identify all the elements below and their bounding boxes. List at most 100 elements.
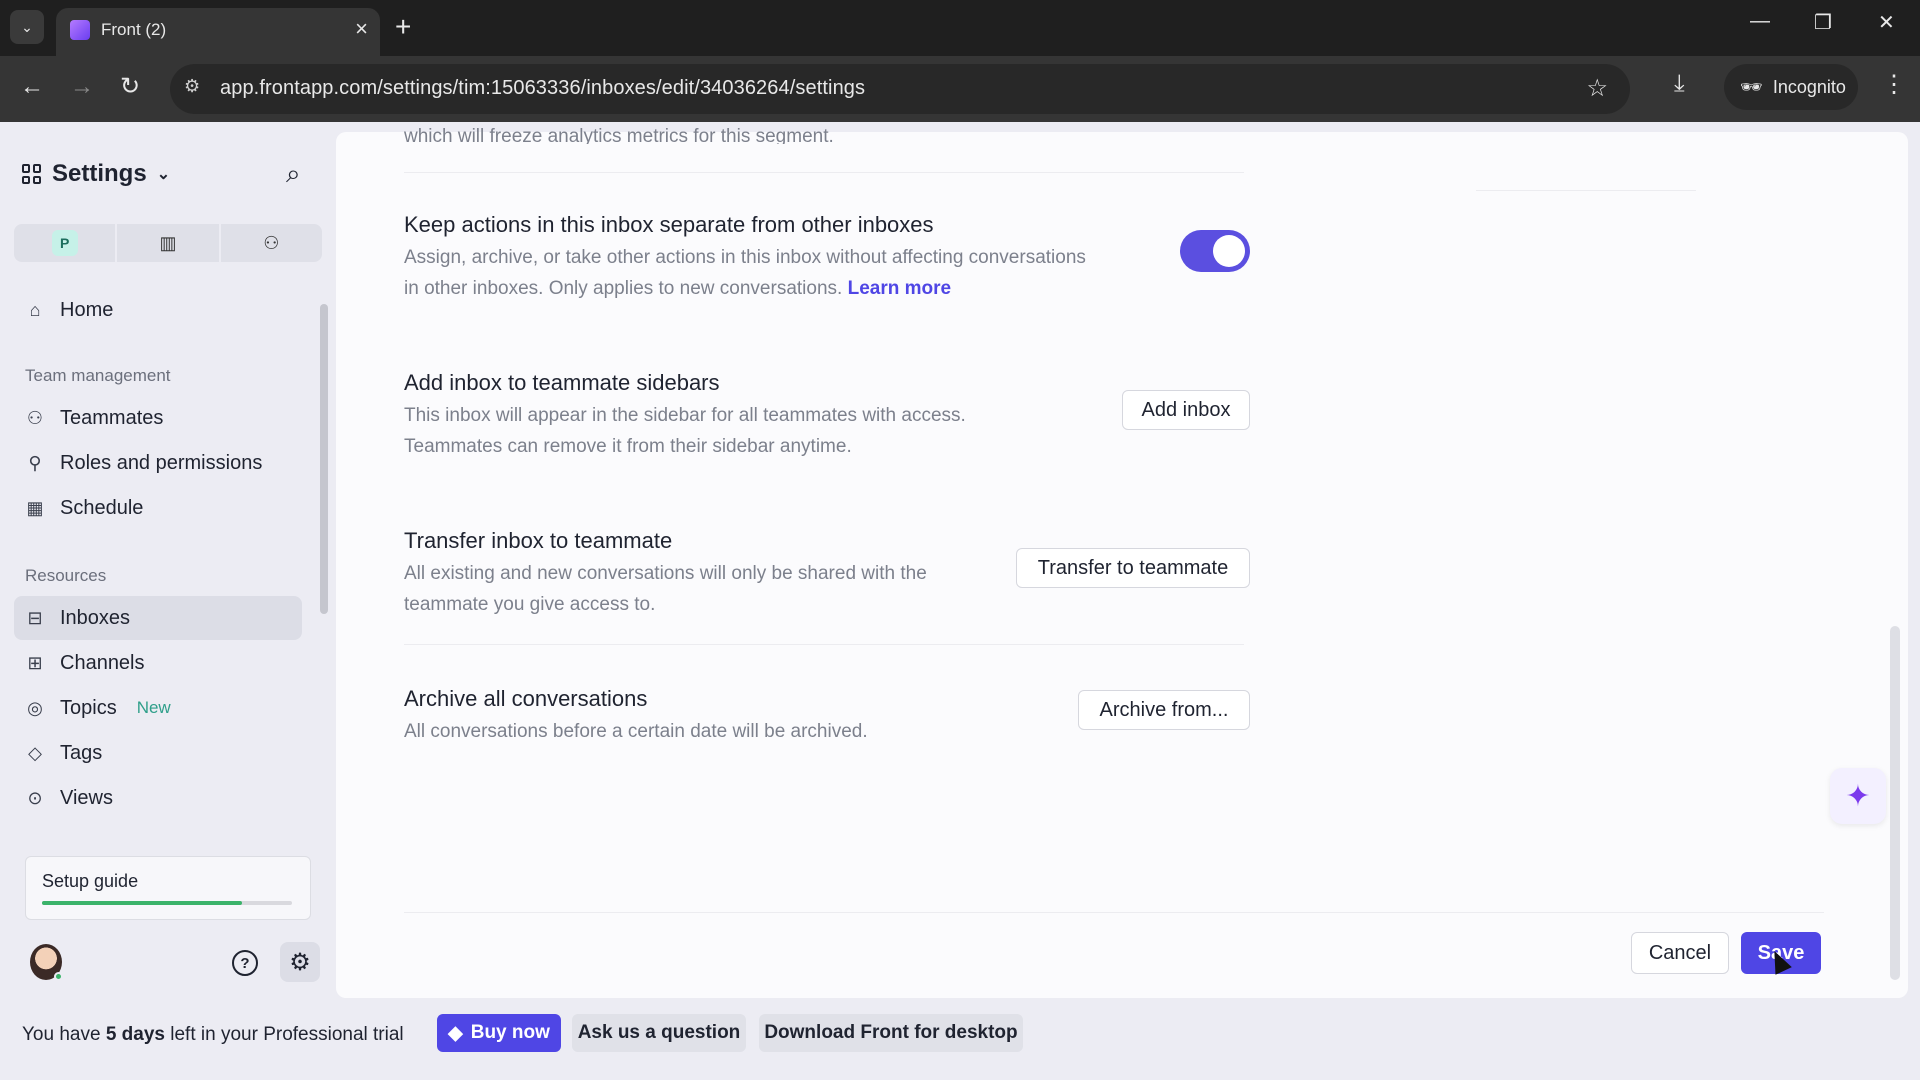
download-icon[interactable]: ⤓ <box>1674 70 1685 98</box>
trial-days: 5 days <box>105 1024 165 1045</box>
row-description: This inbox will appear in the sidebar fo… <box>404 400 966 462</box>
chevron-down-icon: ⌄ <box>156 166 171 183</box>
address-bar[interactable]: ⚙ app.frontapp.com/settings/tim:15063336… <box>170 64 1630 114</box>
buy-now-button[interactable]: ◆ Buy now <box>437 1014 561 1052</box>
bookmark-star-icon[interactable]: ☆ <box>1586 74 1608 103</box>
new-tab-icon[interactable]: + <box>395 10 411 44</box>
sidebar-item-home[interactable]: ⌂ Home <box>14 288 302 332</box>
cancel-button[interactable]: Cancel <box>1631 932 1729 974</box>
row-description-line: Assign, archive, or take other actions i… <box>404 247 1086 268</box>
toggle-knob <box>1213 235 1245 267</box>
learn-more-link[interactable]: Learn more <box>848 278 951 299</box>
ask-question-button[interactable]: Ask us a question <box>572 1014 746 1052</box>
tab-company[interactable]: ▥ <box>117 224 219 262</box>
restore-icon[interactable]: ❐ <box>1814 10 1832 35</box>
tab-teammate[interactable]: ⚇ <box>220 224 322 262</box>
row-description-line: All conversations before a certain date … <box>404 721 868 742</box>
divider <box>404 912 1824 913</box>
ai-sparkle-icon[interactable]: ✦ <box>1830 768 1886 824</box>
row-title: Archive all conversations <box>404 686 648 711</box>
incognito-indicator[interactable]: 🕶 Incognito <box>1724 64 1858 110</box>
row-title: Add inbox to teammate sidebars <box>404 370 720 395</box>
cut-off-description: which will freeze analytics metrics for … <box>404 126 834 144</box>
browser-toolbar: ← → ↻ ⚙ app.frontapp.com/settings/tim:15… <box>0 56 1920 122</box>
person-icon: ⚇ <box>263 232 280 253</box>
gear-icon[interactable]: ⚙ <box>280 942 320 982</box>
sidebar-item-label: Teammates <box>60 406 164 429</box>
sidebar-item-label: Home <box>60 298 114 321</box>
minimize-icon[interactable]: — <box>1750 10 1770 33</box>
reload-icon[interactable]: ↻ <box>120 72 140 102</box>
sidebar-item-topics[interactable]: ◎ Topics New <box>14 686 302 730</box>
sidebar-item-teammates[interactable]: ⚇ Teammates <box>14 396 302 440</box>
section-team-management: Team management <box>25 366 171 385</box>
calendar-icon: ▦ <box>26 497 44 518</box>
help-icon[interactable]: ? <box>232 950 258 976</box>
sidebar-item-label: Roles and permissions <box>60 451 263 474</box>
trial-message: You have 5 days left in your Professiona… <box>22 1024 404 1046</box>
main-scrollbar[interactable] <box>1890 626 1900 980</box>
search-icon[interactable]: ⌕ <box>286 158 301 190</box>
views-icon: ⊙ <box>27 787 43 808</box>
sidebar-item-channels[interactable]: ⊞ Channels <box>14 641 302 685</box>
settings-scope-tabs: P ▥ ⚇ <box>14 224 322 262</box>
separate-actions-toggle[interactable] <box>1180 230 1250 272</box>
sidebar-item-label: Tags <box>60 741 103 764</box>
back-icon[interactable]: ← <box>20 72 44 102</box>
row-description-text: in other inboxes. Only applies to new co… <box>404 278 843 299</box>
building-icon: ▥ <box>159 232 177 253</box>
home-icon: ⌂ <box>29 299 41 320</box>
row-description: Assign, archive, or take other actions i… <box>404 242 1086 304</box>
close-tab-icon[interactable]: × <box>355 16 368 42</box>
front-favicon-icon <box>70 20 90 40</box>
inbox-icon: ⊟ <box>27 607 43 628</box>
sidebar-item-label: Views <box>60 786 113 809</box>
sidebar-item-inboxes[interactable]: ⊟ Inboxes <box>14 596 302 640</box>
sidebar-item-tags[interactable]: ◇ Tags <box>14 731 302 775</box>
settings-title: Settings <box>52 160 147 187</box>
setup-guide-label: Setup guide <box>42 871 139 891</box>
row-description-line: teammate you give access to. <box>404 594 656 615</box>
sidebar-scrollbar[interactable] <box>320 304 328 614</box>
forward-icon[interactable]: → <box>70 72 94 102</box>
sidebar-item-roles[interactable]: ⚲ Roles and permissions <box>14 441 302 485</box>
divider <box>404 172 1244 173</box>
setup-progress-track <box>42 901 292 905</box>
browser-menu-icon[interactable]: ⋮ <box>1882 70 1906 99</box>
setup-guide[interactable]: Setup guide <box>25 856 311 920</box>
channels-icon: ⊞ <box>27 652 43 673</box>
trial-banner: You have 5 days left in your Professiona… <box>0 998 1920 1080</box>
front-app: Settings ⌄ ⌕ P ▥ ⚇ ⌂ Home Team managemen… <box>0 122 1920 1080</box>
url-text: app.frontapp.com/settings/tim:15063336/i… <box>220 77 866 99</box>
sidebar-item-label: Channels <box>60 651 145 674</box>
download-desktop-button[interactable]: Download Front for desktop <box>759 1014 1023 1052</box>
tag-icon: ◇ <box>28 742 42 763</box>
divider <box>404 644 1244 645</box>
tab-title: Front (2) <box>101 20 167 39</box>
settings-menu-button[interactable]: Settings ⌄ <box>22 160 170 188</box>
site-info-icon[interactable]: ⚙ <box>184 76 200 97</box>
close-window-icon[interactable]: ✕ <box>1878 10 1895 35</box>
row-title: Keep actions in this inbox separate from… <box>404 212 934 237</box>
section-resources: Resources <box>25 566 107 585</box>
grid-icon <box>22 164 42 184</box>
tab-personal[interactable]: P <box>14 224 116 262</box>
row-title: Transfer inbox to teammate <box>404 528 673 553</box>
sidebar-item-views[interactable]: ⊙ Views <box>14 776 302 820</box>
transfer-to-teammate-button[interactable]: Transfer to teammate <box>1016 548 1250 588</box>
browser-tab[interactable]: Front (2) × <box>56 8 380 56</box>
new-badge: New <box>136 698 171 717</box>
row-description-line: This inbox will appear in the sidebar fo… <box>404 405 966 426</box>
archive-from-button[interactable]: Archive from... <box>1078 690 1250 730</box>
user-key-icon: ⚲ <box>28 452 42 473</box>
add-inbox-button[interactable]: Add inbox <box>1122 390 1250 430</box>
browser-tab-bar: ⌄ Front (2) × + — ❐ ✕ <box>0 0 1920 56</box>
personal-badge: P <box>51 230 78 256</box>
sidebar-item-schedule[interactable]: ▦ Schedule <box>14 486 302 530</box>
divider <box>1476 190 1696 191</box>
row-description: All conversations before a certain date … <box>404 716 868 747</box>
sidebar-item-label: Topics <box>60 696 117 719</box>
incognito-icon: 🕶 <box>1740 76 1763 97</box>
tab-search-icon[interactable]: ⌄ <box>10 10 44 44</box>
trial-prefix: You have <box>22 1024 106 1045</box>
